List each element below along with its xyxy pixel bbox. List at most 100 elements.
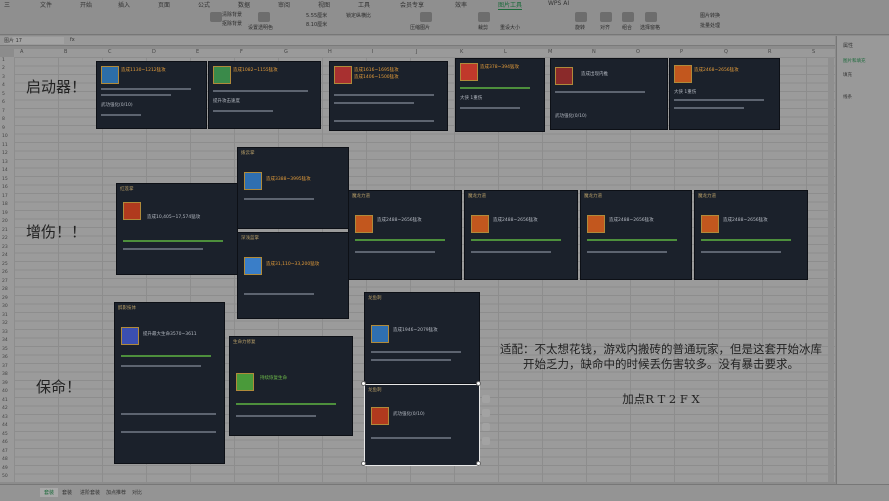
tab-member[interactable]: 会员专享 [400, 0, 424, 9]
panel-tab-fill[interactable]: 图片和填充 [843, 58, 866, 64]
fill-section[interactable]: 填充 [843, 72, 852, 78]
col-a[interactable]: A [20, 49, 23, 55]
picture-selection[interactable] [364, 384, 480, 466]
row-21[interactable]: 21 [2, 228, 8, 233]
row-20[interactable]: 20 [2, 219, 8, 224]
resize-handle[interactable] [476, 461, 481, 466]
row-6[interactable]: 6 [2, 100, 5, 105]
skill-card-8[interactable]: 拨云掌 造成3388~3995猛攻 [237, 147, 349, 229]
compress-picture-icon[interactable] [420, 12, 432, 22]
row-33[interactable]: 33 [2, 330, 8, 335]
row-14[interactable]: 14 [2, 168, 8, 173]
transparent-color-icon[interactable] [258, 12, 270, 22]
col-o[interactable]: O [636, 49, 640, 55]
picture-convert-button[interactable]: 图片转换 [700, 12, 720, 20]
col-d[interactable]: D [152, 49, 156, 55]
skill-card-7[interactable]: 红莲掌 造成10,405~17,574猛攻 [116, 183, 238, 275]
skill-card-15[interactable]: 醉影技体 提升最大生命3570~3611 [114, 302, 225, 464]
tab-wps-ai[interactable]: WPS AI [548, 0, 569, 7]
tab-review[interactable]: 审阅 [278, 0, 290, 9]
row-25[interactable]: 25 [2, 262, 8, 267]
row-47[interactable]: 47 [2, 449, 8, 454]
transparent-color-button[interactable]: 设置透明色 [248, 24, 273, 32]
height-field[interactable]: 5.55厘米 [306, 12, 327, 20]
row-36[interactable]: 36 [2, 355, 8, 360]
remove-background-icon[interactable] [210, 12, 222, 22]
col-e[interactable]: E [196, 49, 199, 55]
selection-pane-button[interactable]: 选择窗格 [640, 24, 660, 32]
row-43[interactable]: 43 [2, 415, 8, 420]
col-r[interactable]: R [768, 49, 771, 55]
tab-data[interactable]: 数据 [238, 0, 250, 9]
group-icon[interactable] [622, 12, 634, 22]
row-13[interactable]: 13 [2, 160, 8, 165]
col-m[interactable]: M [548, 49, 552, 55]
sheet-tab-3[interactable]: 进阶套装 [76, 488, 104, 497]
row-35[interactable]: 35 [2, 347, 8, 352]
selection-pane-icon[interactable] [645, 12, 657, 22]
group-button[interactable]: 组合 [622, 24, 632, 32]
row-30[interactable]: 30 [2, 304, 8, 309]
row-12[interactable]: 12 [2, 151, 8, 156]
row-22[interactable]: 22 [2, 236, 8, 241]
batch-process-button[interactable]: 批量处理 [700, 22, 720, 30]
tab-picture-tools[interactable]: 图片工具 [498, 0, 523, 10]
row-46[interactable]: 46 [2, 440, 8, 445]
col-n[interactable]: N [592, 49, 596, 55]
tab-page[interactable]: 页面 [158, 0, 170, 9]
row-1[interactable]: 1 [2, 58, 5, 63]
row-34[interactable]: 34 [2, 338, 8, 343]
align-icon[interactable] [600, 12, 612, 22]
sheet-tab-4[interactable]: 加点推荐 [102, 488, 130, 497]
crop-icon[interactable] [478, 12, 490, 22]
row-7[interactable]: 7 [2, 109, 5, 114]
tab-view[interactable]: 视图 [318, 0, 330, 9]
zoom-icon[interactable] [482, 395, 490, 403]
fx-icon[interactable]: fx [70, 37, 75, 43]
skill-card-4[interactable]: 造成378~394猛攻 大侠 1重伤 [455, 58, 545, 132]
row-10[interactable]: 10 [2, 134, 8, 139]
cutout-background-button[interactable]: 抠除背景 [222, 20, 242, 28]
sheet-tab-5[interactable]: 对比 [128, 488, 146, 497]
row-32[interactable]: 32 [2, 321, 8, 326]
sheet-tab-1[interactable]: 套装 [40, 488, 59, 497]
lock-ratio-checkbox[interactable]: 锁定纵横比 [346, 12, 371, 20]
row-17[interactable]: 17 [2, 194, 8, 199]
resize-handle[interactable] [361, 461, 366, 466]
row-18[interactable]: 18 [2, 202, 8, 207]
tab-home[interactable]: 开始 [80, 0, 92, 9]
row-11[interactable]: 11 [2, 143, 8, 148]
row-19[interactable]: 19 [2, 211, 8, 216]
close-icon[interactable] [482, 437, 490, 445]
reset-size-button[interactable]: 重设大小 [500, 24, 520, 32]
col-f[interactable]: F [240, 49, 243, 55]
row-41[interactable]: 41 [2, 398, 8, 403]
resize-handle[interactable] [361, 381, 366, 386]
row-23[interactable]: 23 [2, 245, 8, 250]
tab-formula[interactable]: 公式 [198, 0, 210, 9]
row-49[interactable]: 49 [2, 466, 8, 471]
col-p[interactable]: P [680, 49, 683, 55]
row-45[interactable]: 45 [2, 432, 8, 437]
row-44[interactable]: 44 [2, 423, 8, 428]
resize-handle[interactable] [476, 381, 481, 386]
menu-icon[interactable]: 三 [4, 0, 10, 9]
layout-icon[interactable] [482, 409, 490, 417]
crop-icon[interactable] [482, 423, 490, 431]
row-48[interactable]: 48 [2, 457, 8, 462]
row-24[interactable]: 24 [2, 253, 8, 258]
remove-background-button[interactable]: 清除背景 [222, 11, 242, 19]
col-b[interactable]: B [64, 49, 67, 55]
rotate-icon[interactable] [575, 12, 587, 22]
row-31[interactable]: 31 [2, 313, 8, 318]
row-38[interactable]: 38 [2, 372, 8, 377]
crop-button[interactable]: 裁剪 [478, 24, 488, 32]
row-42[interactable]: 42 [2, 406, 8, 411]
row-15[interactable]: 15 [2, 177, 8, 182]
rotate-button[interactable]: 旋转 [575, 24, 585, 32]
skill-card-12[interactable]: 魔龙力道 造成2488~2656猛攻 [580, 190, 692, 280]
skill-card-11[interactable]: 魔龙力道 造成2488~2656猛攻 [464, 190, 578, 280]
col-h[interactable]: H [328, 49, 332, 55]
sheet-tab-2[interactable]: 套装 [58, 488, 76, 497]
skill-card-16[interactable]: 生命力修复 持续恢复生命 [229, 336, 353, 436]
